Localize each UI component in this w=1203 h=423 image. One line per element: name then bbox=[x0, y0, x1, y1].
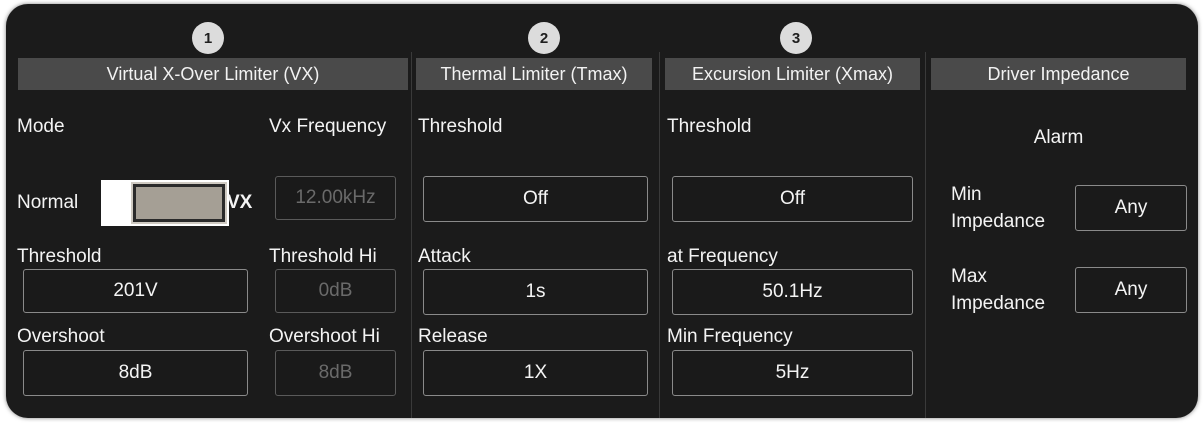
vx-frequency-field[interactable]: 12.00kHz bbox=[275, 176, 396, 220]
excursion-section-header: Excursion Limiter (Xmax) bbox=[665, 58, 920, 90]
alarm-label: Alarm bbox=[1033, 127, 1084, 148]
excursion-threshold-label: Threshold bbox=[667, 116, 752, 137]
overshoot-label: Overshoot bbox=[17, 326, 105, 347]
column-divider bbox=[925, 52, 926, 418]
threshold-label: Threshold bbox=[17, 246, 102, 267]
min-impedance-label-line2: Impedance bbox=[951, 211, 1046, 232]
min-impedance-field[interactable]: Any bbox=[1075, 185, 1187, 231]
max-impedance-label-line1: Max bbox=[951, 266, 987, 287]
excursion-threshold-field[interactable]: Off bbox=[672, 176, 913, 222]
vx-label: VX bbox=[227, 192, 253, 213]
min-frequency-label: Min Frequency bbox=[667, 326, 793, 347]
thermal-section-header: Thermal Limiter (Tmax) bbox=[416, 58, 652, 90]
overshoot-hi-label: Overshoot Hi bbox=[269, 326, 380, 347]
step-badge-3: 3 bbox=[780, 22, 812, 54]
step-badge-1: 1 bbox=[192, 22, 224, 54]
max-impedance-field[interactable]: Any bbox=[1075, 267, 1187, 313]
toggle-track bbox=[131, 182, 227, 224]
max-impedance-label-line2: Impedance bbox=[951, 293, 1046, 314]
step-badge-2: 2 bbox=[528, 22, 560, 54]
release-field[interactable]: 1X bbox=[423, 350, 648, 396]
column-divider bbox=[411, 52, 412, 418]
release-label: Release bbox=[418, 326, 488, 347]
min-frequency-field[interactable]: 5Hz bbox=[672, 350, 913, 396]
impedance-section-header: Driver Impedance bbox=[931, 58, 1186, 90]
overshoot-field[interactable]: 8dB bbox=[23, 350, 248, 396]
overshoot-hi-field[interactable]: 8dB bbox=[275, 350, 396, 396]
vx-section-header: Virtual X-Over Limiter (VX) bbox=[18, 58, 408, 90]
normal-label: Normal bbox=[17, 192, 79, 213]
thermal-threshold-label: Threshold bbox=[418, 116, 503, 137]
thermal-threshold-field[interactable]: Off bbox=[423, 176, 648, 222]
attack-label: Attack bbox=[418, 246, 471, 267]
threshold-field[interactable]: 201V bbox=[23, 269, 248, 313]
toggle-thumb[interactable] bbox=[101, 180, 129, 226]
attack-field[interactable]: 1s bbox=[423, 269, 648, 315]
mode-label: Mode bbox=[17, 116, 65, 137]
min-impedance-label-line1: Min bbox=[951, 184, 982, 205]
limiter-panel: 1 2 3 Virtual X-Over Limiter (VX) Therma… bbox=[6, 4, 1198, 418]
vx-frequency-label: Vx Frequency bbox=[269, 116, 387, 137]
threshold-hi-label: Threshold Hi bbox=[269, 246, 377, 267]
threshold-hi-field[interactable]: 0dB bbox=[275, 269, 396, 313]
mode-toggle-switch[interactable] bbox=[101, 180, 229, 226]
at-frequency-field[interactable]: 50.1Hz bbox=[672, 269, 913, 315]
at-frequency-label: at Frequency bbox=[667, 246, 778, 267]
column-divider bbox=[659, 52, 660, 418]
